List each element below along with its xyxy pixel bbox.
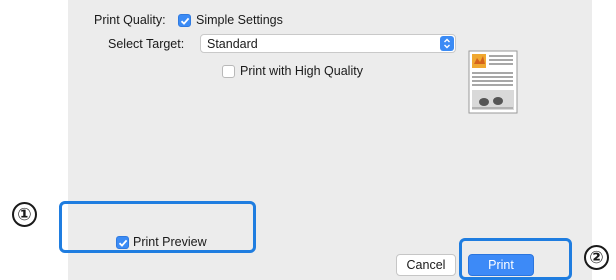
select-target-value: Standard bbox=[207, 37, 258, 51]
checkmark-icon bbox=[180, 17, 190, 25]
simple-settings-label: Simple Settings bbox=[196, 13, 283, 27]
print-quality-label: Print Quality: bbox=[94, 13, 166, 27]
callout-box-1 bbox=[59, 201, 256, 253]
cancel-button[interactable]: Cancel bbox=[396, 254, 456, 276]
select-target-label: Select Target: bbox=[108, 37, 185, 51]
simple-settings-checkbox[interactable] bbox=[178, 14, 191, 27]
callout-number-2: ② bbox=[584, 245, 609, 270]
print-preview-thumbnail-icon bbox=[468, 50, 518, 114]
high-quality-label: Print with High Quality bbox=[240, 64, 363, 78]
select-target-dropdown[interactable]: Standard bbox=[200, 34, 456, 53]
high-quality-checkbox[interactable] bbox=[222, 65, 235, 78]
dropdown-arrows-icon bbox=[440, 36, 454, 51]
callout-box-2 bbox=[459, 238, 572, 280]
callout-number-1: ① bbox=[12, 202, 37, 227]
